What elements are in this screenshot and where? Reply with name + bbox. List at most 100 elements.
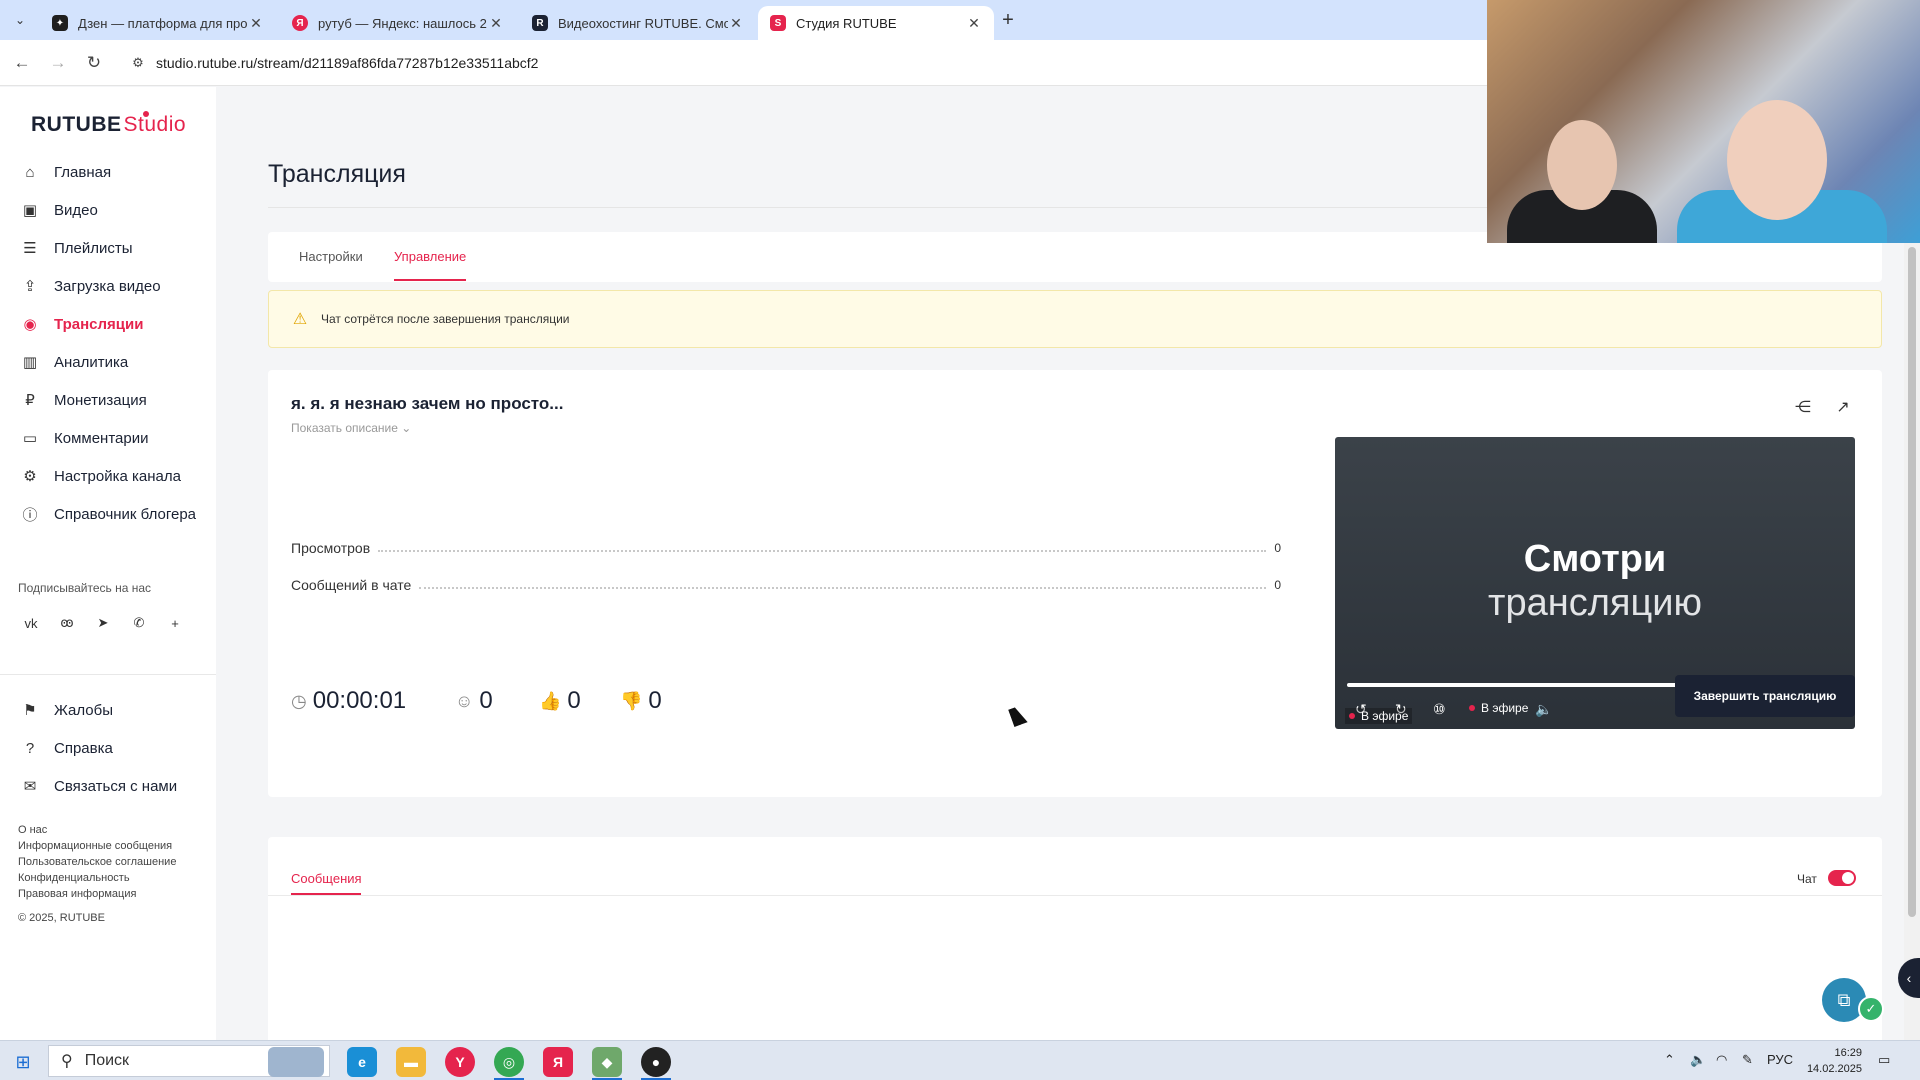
url-field[interactable]: studio.rutube.ru/stream/d21189af86fda772… [156,55,538,71]
site-settings-icon[interactable]: ⚙ [128,53,148,73]
yandex-browser-icon[interactable]: Y [445,1047,475,1077]
stream-duration: ◷ 00:00:01 [291,687,406,715]
chrome-icon[interactable]: ◎ [494,1047,524,1077]
edge-browser-icon[interactable]: e [347,1047,377,1077]
tab-title: рутуб — Яндекс: нашлось 2 млн [318,15,488,31]
browser-tab[interactable]: ✦ Дзен — платформа для просмотра ✕ [40,6,276,40]
obs-icon[interactable]: ● [641,1047,671,1077]
pen-icon[interactable]: ✎ [1742,1052,1753,1068]
player-headline-line1: Смотри [1523,538,1667,580]
stream-title: я. я. я незнаю зачем но просто... [291,394,564,413]
title-divider [268,207,1508,208]
sidebar-item-monetization[interactable]: ₽ Монетизация [20,388,146,412]
scrollbar-thumb[interactable] [1908,247,1916,917]
search-icon: ⚲ [61,1053,73,1070]
sidebar-item-home[interactable]: ⌂ Главная [20,160,111,184]
footer-link-terms[interactable]: Пользовательское соглашение [18,856,176,868]
sidebar-item-label: Видео [54,201,98,219]
dislikes-count: 👎 0 [620,687,662,715]
sidebar-item-broadcasts[interactable]: ◉ Трансляции [20,312,143,336]
telegram-icon[interactable]: ➤ [90,610,116,636]
language-indicator[interactable]: РУС [1767,1052,1793,1067]
browser-tab-active[interactable]: S Студия RUTUBE ✕ [758,6,994,40]
ok-icon[interactable]: ꙭ [54,610,80,636]
yandex-icon: Я [292,15,308,31]
browser-tab[interactable]: R Видеохостинг RUTUBE. Смотрите ✕ [520,6,756,40]
footer-link-about[interactable]: О нас [18,824,47,836]
thumb-down-icon: 👎 [620,690,643,711]
end-stream-button[interactable]: Завершить трансляцию [1675,675,1855,717]
sidebar-item-analytics[interactable]: ▥ Аналитика [20,350,128,374]
clock-icon: ◷ [291,690,307,711]
sidebar-item-label: Связаться с нами [54,777,178,795]
warning-text: Чат сотрётся после завершения трансляции [321,312,570,326]
sidebar-item-contact[interactable]: ✉ Связаться с нами [20,774,177,798]
sidebar-item-complaints[interactable]: ⚑ Жалобы [20,698,113,722]
close-tab-icon[interactable]: ✕ [248,15,264,32]
new-tab-icon[interactable]: + [996,8,1020,32]
sidebar-item-label: Жалобы [54,701,113,719]
tab-messages[interactable]: Сообщения [291,871,362,886]
rutube-studio-logo[interactable]: RUTUBEStudio [31,111,186,137]
reload-icon[interactable]: ↻ [82,51,106,75]
messages-card: Сообщения Чат [268,837,1882,1040]
notifications-icon[interactable]: ▭ [1878,1052,1890,1068]
viewers-count: ☺ 0 [455,687,493,715]
wifi-icon[interactable]: ◠ [1716,1052,1727,1068]
sidebar-item-comments[interactable]: ▭ Комментарии [20,426,149,450]
close-tab-icon[interactable]: ✕ [728,15,744,32]
sidebar-item-channel-settings[interactable]: ⚙ Настройка канала [20,464,181,488]
forward-icon[interactable]: → [46,51,70,75]
viber-icon[interactable]: ✆ [126,610,152,636]
stat-value: 0 [1274,541,1281,555]
show-description-toggle[interactable]: Показать описание ⌄ [291,421,411,435]
clock-time: 16:29 [1834,1047,1862,1059]
stream-card: я. я. я незнаю зачем но просто... Показа… [268,370,1882,797]
share-icon[interactable]: ⋲ [1791,395,1815,419]
sidebar-item-help[interactable]: ? Справка [20,736,113,760]
dotted-leader [378,550,1267,552]
footer-link-privacy[interactable]: Конфиденциальность [18,872,130,884]
app-icon[interactable]: ◆ [592,1047,622,1077]
player-headline: Смотри трансляцию [1335,537,1855,625]
close-tab-icon[interactable]: ✕ [488,15,504,32]
footer-link-legal[interactable]: Правовая информация [18,888,136,900]
chat-toggle[interactable] [1828,870,1856,886]
plus-icon[interactable]: + [162,610,188,636]
social-links: vk ꙭ ➤ ✆ + [18,610,198,636]
tab-search-chevron-icon[interactable]: ⌄ [8,8,32,32]
sidebar-item-upload[interactable]: ⇪ Загрузка видео [20,274,161,298]
upload-icon: ⇪ [23,278,37,295]
clock-date: 14.02.2025 [1806,1063,1862,1075]
tray-chevron-up-icon[interactable]: ⌃ [1664,1052,1675,1068]
tab-settings[interactable]: Настройки [299,249,363,264]
yandex-icon[interactable]: Я [543,1047,573,1077]
sidebar-item-video[interactable]: ▣ Видео [20,198,98,222]
help-circle-icon: ⓘ [22,506,38,524]
live-dot [1469,705,1475,711]
back-icon[interactable]: ← [10,51,34,75]
tab-title: Видеохостинг RUTUBE. Смотрите [558,15,728,31]
sidebar-item-blogger-guide[interactable]: ⓘ Справочник блогера [20,502,196,526]
flag-icon: ⚑ [23,702,37,719]
tab-management[interactable]: Управление [394,249,466,264]
gear-icon: ⚙ [23,468,37,485]
external-link-icon[interactable]: ↗ [1831,395,1855,419]
live-label: В эфире [1481,701,1529,715]
sidebar-item-label: Аналитика [54,353,129,371]
sidebar-item-playlists[interactable]: ☰ Плейлисты [20,236,132,260]
windows-start-icon[interactable]: ⊞ [12,1051,34,1073]
dzen-icon: ✦ [52,15,68,31]
rewind-10-icon[interactable]: ⑩ [1433,699,1446,719]
rutube-icon: R [532,15,548,31]
vk-icon[interactable]: vk [18,610,44,636]
close-tab-icon[interactable]: ✕ [966,15,982,32]
windows-taskbar: ⊞ ⚲ Поиск e ▬ Y ◎ Я ◆ ● ⌃ 🔈 ◠ ✎ РУС 16:29… [0,1040,1920,1080]
volume-icon[interactable]: 🔈 [1535,699,1552,719]
speaker-icon[interactable]: 🔈 [1690,1052,1706,1068]
taskbar-widget-icon[interactable] [268,1047,324,1077]
file-explorer-icon[interactable]: ▬ [396,1047,426,1077]
footer-link-info[interactable]: Информационные сообщения [18,840,172,852]
taskbar-clock[interactable]: 16:29 14.02.2025 [1806,1045,1862,1077]
browser-tab[interactable]: Я рутуб — Яндекс: нашлось 2 млн ✕ [280,6,516,40]
